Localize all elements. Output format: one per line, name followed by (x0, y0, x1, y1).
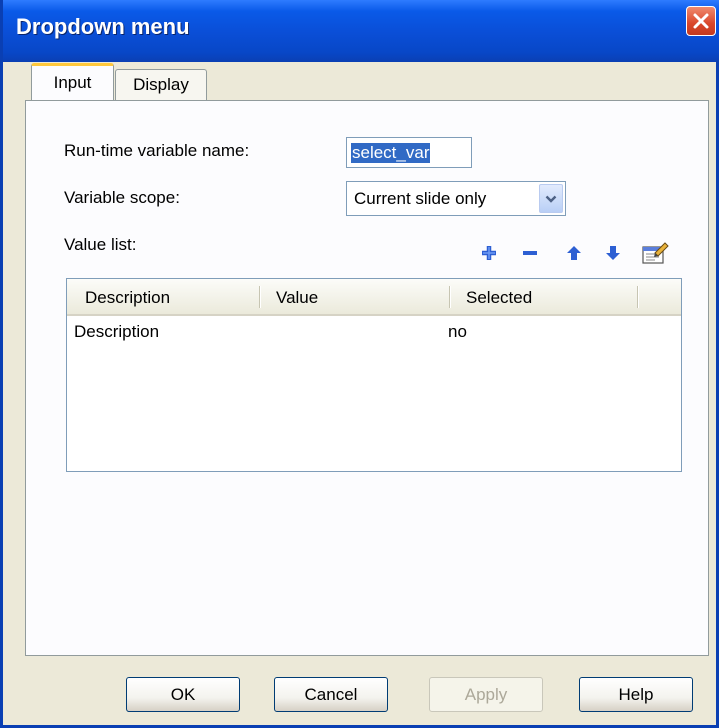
add-icon (482, 246, 496, 260)
column-header-value[interactable]: Value (276, 288, 318, 308)
cell-description[interactable]: Description (74, 322, 159, 342)
tab-input-label: Input (53, 73, 92, 92)
apply-button[interactable]: Apply (429, 677, 543, 712)
tab-display[interactable]: Display (115, 69, 207, 100)
column-divider[interactable] (449, 286, 450, 308)
remove-icon (523, 251, 537, 255)
help-button[interactable]: Help (579, 677, 693, 712)
title-bar[interactable]: Dropdown menu (3, 0, 719, 62)
dialog-window: Dropdown menu Input Display Run-time var… (0, 0, 719, 728)
properties-icon (642, 242, 669, 264)
scope-select[interactable]: Current slide only (346, 181, 566, 216)
column-divider[interactable] (637, 286, 638, 308)
tab-input[interactable]: Input (31, 63, 114, 100)
var-name-input[interactable]: select_var (346, 137, 472, 168)
cancel-button[interactable]: Cancel (274, 677, 388, 712)
properties-button[interactable] (640, 242, 670, 264)
close-icon (693, 13, 709, 29)
dropdown-button[interactable] (539, 184, 563, 213)
move-down-icon (606, 246, 620, 260)
add-row-button[interactable] (478, 242, 500, 264)
value-list-label: Value list: (64, 235, 137, 254)
move-up-icon (567, 246, 581, 260)
remove-row-button[interactable] (519, 242, 541, 264)
input-panel: Run-time variable name: select_var Varia… (25, 100, 709, 656)
ok-button[interactable]: OK (126, 677, 240, 712)
close-button[interactable] (686, 6, 716, 36)
column-header-selected[interactable]: Selected (466, 288, 532, 308)
table-header: Description Value Selected (67, 279, 681, 316)
scope-label: Variable scope: (64, 188, 180, 207)
column-header-description[interactable]: Description (85, 288, 170, 308)
tab-display-label: Display (133, 75, 189, 94)
chevron-down-icon (545, 195, 557, 203)
window-title: Dropdown menu (16, 14, 190, 39)
var-name-value: select_var (351, 142, 431, 163)
value-list-table[interactable]: Description Value Selected Description n… (66, 278, 682, 472)
cell-selected[interactable]: no (448, 322, 467, 342)
column-divider[interactable] (259, 286, 260, 308)
scope-value: Current slide only (354, 189, 487, 208)
move-down-button[interactable] (602, 242, 624, 264)
var-name-label: Run-time variable name: (64, 141, 250, 160)
move-up-button[interactable] (563, 242, 585, 264)
